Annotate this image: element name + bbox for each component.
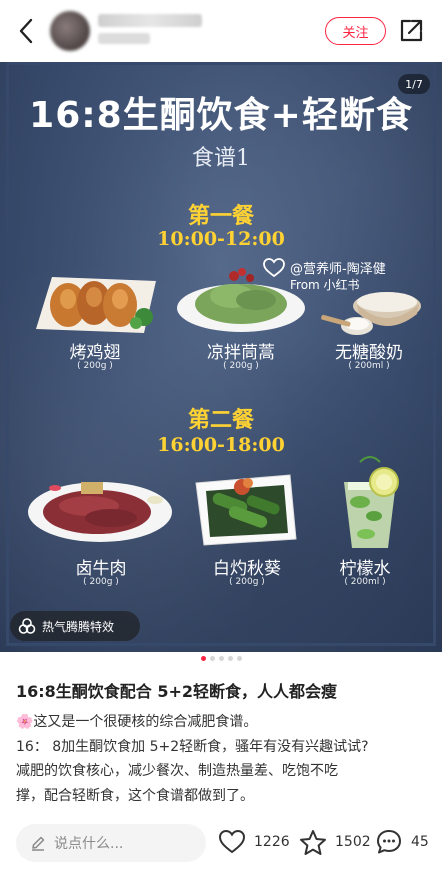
post-body-line: 🌸这又是一个很硬核的综合减肥食谱。 <box>16 714 258 730</box>
like-count: 1226 <box>254 834 290 850</box>
food-label: 柠檬水 <box>339 559 391 579</box>
image-title: 16:8生酮饮食+轻断食 <box>29 95 413 136</box>
braised-beef-image <box>28 482 172 542</box>
meal2-title: 第二餐 <box>187 407 254 433</box>
author-meta-blurred <box>98 33 150 44</box>
comment-button[interactable]: 45 <box>375 828 429 856</box>
author-name-blurred[interactable] <box>98 14 202 27</box>
food-weight: ( 200ml ) <box>344 577 386 587</box>
okra-image <box>195 474 297 546</box>
author-avatar[interactable] <box>50 11 90 51</box>
collect-button[interactable]: 1502 <box>299 828 371 856</box>
food-label: 无糖酸奶 <box>335 343 403 363</box>
post-body: 🌸这又是一个很硬核的综合减肥食谱。 16： 8加生酮饮食加 5+2轻断食，骚年有… <box>16 710 434 808</box>
follow-button[interactable]: 关注 <box>325 17 386 45</box>
carousel-dot[interactable] <box>227 656 233 661</box>
lemon-water-image <box>344 456 399 548</box>
food-weight: ( 200g ) <box>77 361 113 371</box>
comment-input[interactable]: 说点什么... <box>16 824 206 862</box>
share-icon <box>400 19 423 42</box>
chicken-wings-image <box>36 277 156 333</box>
post-body-line: 16： 8加生酮饮食加 5+2轻断食，骚年有没有兴趣试试? <box>16 738 369 755</box>
food-label: 烤鸡翅 <box>69 343 121 363</box>
comment-count: 45 <box>411 834 429 850</box>
food-weight: ( 200ml ) <box>348 361 390 371</box>
post-image[interactable]: 1/7 16:8生酮饮食+轻断食 食谱1 第一餐 10:00-12:00 @营养… <box>0 62 442 652</box>
pencil-icon <box>32 836 45 851</box>
star-icon <box>300 829 326 855</box>
effect-chip-label: 热气腾腾特效 <box>42 619 115 634</box>
share-button[interactable] <box>398 18 424 44</box>
food-label: 白灼秋葵 <box>213 559 281 579</box>
bottom-action-bar: 说点什么... 1226 1502 45 <box>0 810 442 875</box>
comment-bubble-icon <box>377 830 401 854</box>
chrysanthemum-salad-image <box>177 268 305 332</box>
chevron-left-icon <box>19 18 33 44</box>
post-body-line: 减肥的饮食核心，减少餐次、制造热量差、吃饱不吃 <box>16 763 338 779</box>
food-weight: ( 200g ) <box>223 361 259 371</box>
heart-icon <box>218 829 246 854</box>
yogurt-image <box>321 292 421 335</box>
food-label: 凉拌茼蒿 <box>207 343 275 363</box>
back-button[interactable] <box>12 16 40 46</box>
meal1-time: 10:00-12:00 <box>157 228 285 250</box>
top-bar: 关注 <box>0 0 442 62</box>
post-body-line: 撑，配合轻断食，这个食谱都做到了。 <box>16 787 254 804</box>
like-button[interactable]: 1226 <box>218 828 290 856</box>
meal1-title: 第一餐 <box>187 203 254 229</box>
image-subtitle: 食谱1 <box>192 146 250 171</box>
carousel-dot[interactable] <box>209 656 215 661</box>
effect-icon <box>18 618 36 634</box>
food-weight: ( 200g ) <box>229 577 265 587</box>
food-weight: ( 200g ) <box>83 577 119 587</box>
collect-count: 1502 <box>335 834 371 850</box>
comment-placeholder: 说点什么... <box>54 836 124 852</box>
post-title: 16:8生酮饮食配合 5+2轻断食，人人都会瘦 <box>16 682 338 701</box>
carousel-dot[interactable] <box>218 656 224 661</box>
effect-chip[interactable]: 热气腾腾特效 <box>10 611 140 641</box>
carousel-indicator <box>0 656 442 666</box>
food-label: 卤牛肉 <box>75 559 127 579</box>
carousel-dot[interactable] <box>200 656 206 661</box>
carousel-dot[interactable] <box>236 656 242 661</box>
